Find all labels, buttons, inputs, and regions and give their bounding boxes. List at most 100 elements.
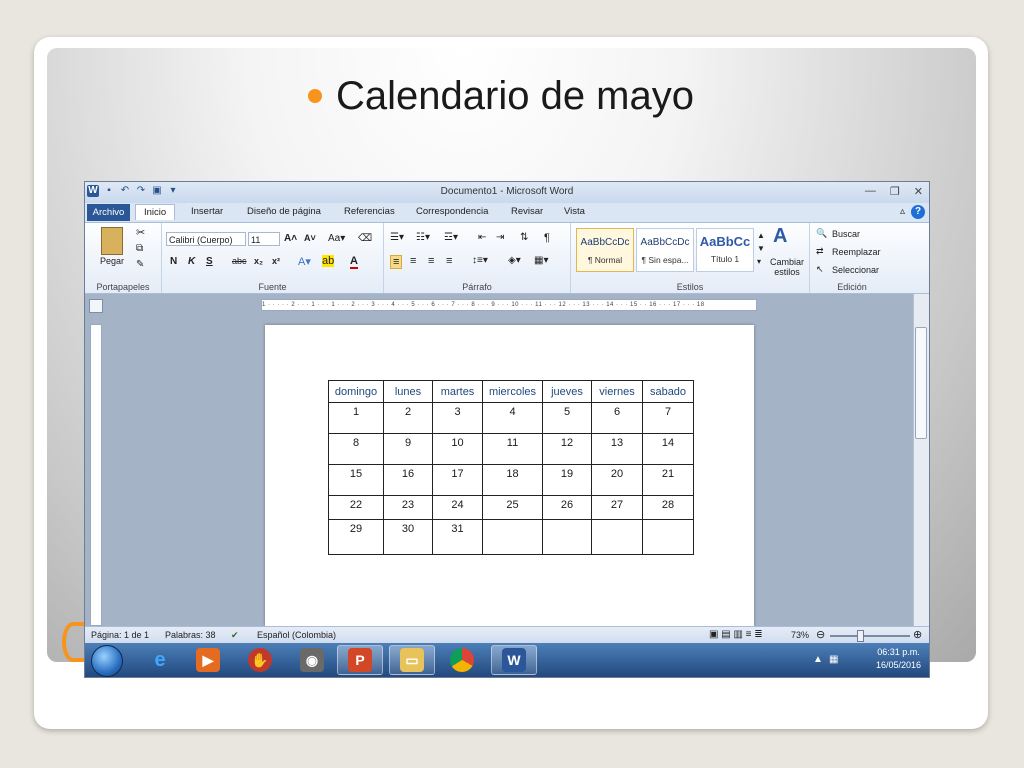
strikethrough-icon[interactable]: abc [232,256,247,266]
tab-archivo[interactable]: Archivo [87,204,130,221]
header-cell: viernes [591,380,643,403]
justify-icon[interactable]: ≡ [446,255,452,267]
network-icon[interactable]: ▦ [829,654,838,665]
style-sample: AaBbCcDc [640,237,690,248]
font-name-select[interactable]: Calibri (Cuerpo) [166,232,246,246]
paste-button[interactable]: Pegar [100,256,124,266]
find-button[interactable]: Buscar [832,229,860,239]
proofing-icon[interactable]: ✔ [231,630,239,641]
calendar-header-row: domingo lunes martes miercoles jueves vi… [328,380,694,403]
tab-selector[interactable] [89,299,103,313]
zoom-in-icon[interactable]: ⊕ [913,628,922,641]
style-sample: AaBbCcDc [580,237,630,248]
cut-icon[interactable]: ✂ [136,226,145,239]
align-center-icon[interactable]: ≡ [410,255,416,267]
sort-icon[interactable]: ⇅ [520,232,528,243]
group-label: Estilos [676,282,704,292]
zoom-slider-knob[interactable] [857,630,864,642]
text-effects-icon[interactable]: A▾ [298,255,311,268]
bold-icon[interactable]: N [170,256,177,267]
day-cell: 15 [328,464,384,496]
select-icon[interactable]: ↖ [816,264,824,275]
vertical-scrollbar[interactable] [913,294,929,626]
style-sin-espaciado[interactable]: AaBbCcDc ¶ Sin espa... [636,228,694,272]
change-case-icon[interactable]: Aa▾ [328,233,345,244]
paste-icon[interactable] [101,227,123,255]
highlight-icon[interactable]: ab [322,255,335,267]
font-color-icon[interactable]: A [350,255,358,269]
decrease-indent-icon[interactable]: ⇤ [478,232,486,243]
document-page[interactable]: domingo lunes martes miercoles jueves vi… [265,325,754,626]
underline-icon[interactable]: S [206,256,213,267]
horizontal-ruler[interactable]: 1 · · · · · 2 · · · 1 · · · 1 · · · 2 · … [261,299,757,311]
tab-revisar[interactable]: Revisar [511,206,543,217]
start-button-icon[interactable] [91,645,123,677]
clear-format-icon[interactable]: ⌫ [358,233,372,244]
align-right-icon[interactable]: ≡ [428,255,434,267]
language-indicator[interactable]: Español (Colombia) [257,630,336,640]
taskbar-word[interactable]: W [491,645,537,675]
borders-icon[interactable]: ▦▾ [534,255,548,266]
close-icon[interactable]: ✕ [914,185,923,198]
windows-taskbar: e ▶ ✋ ◉ P ▭ W ▲ ▦ 06:31 p.m. 16/05/2016 [85,643,929,677]
tab-correspondencia[interactable]: Correspondencia [416,206,488,217]
help-icon[interactable]: ? [911,205,925,219]
day-cell: 12 [542,433,592,465]
table-row: 1 2 3 4 5 6 7 [328,402,694,434]
superscript-icon[interactable]: x² [272,256,280,266]
shading-icon[interactable]: ◈▾ [508,255,521,266]
scrollbar-thumb[interactable] [915,327,927,439]
style-normal[interactable]: AaBbCcDc ¶ Normal [576,228,634,272]
replace-button[interactable]: Reemplazar [832,247,881,257]
taskbar-ie[interactable]: e [137,645,183,675]
tab-vista[interactable]: Vista [564,206,585,217]
taskbar-app[interactable]: ✋ [237,645,283,675]
view-buttons[interactable]: ▣ ▤ ▥ ≡ ≣ [709,629,763,640]
vertical-ruler[interactable] [90,324,102,626]
increase-indent-icon[interactable]: ⇥ [496,232,504,243]
shrink-font-icon[interactable]: A˅ [304,233,316,243]
day-cell: 7 [642,402,694,434]
tab-diseno-de-pagina[interactable]: Diseño de página [247,206,321,217]
taskbar-video[interactable]: ◉ [289,645,335,675]
day-cell: 2 [383,402,433,434]
change-styles-button[interactable]: Cambiar estilos [767,257,807,277]
styles-scroll-icon[interactable]: ▲ ▼ ▾ [757,229,765,268]
word-count[interactable]: Palabras: 38 [165,630,216,640]
style-titulo-1[interactable]: AaBbCc Título 1 [696,228,754,272]
line-spacing-icon[interactable]: ↕≡▾ [472,255,488,266]
grow-font-icon[interactable]: A˄ [284,233,297,244]
zoom-slider[interactable] [830,635,910,637]
table-row: 22 23 24 25 26 27 28 [328,495,694,520]
clock[interactable]: 06:31 p.m. 16/05/2016 [876,646,921,672]
numbering-icon[interactable]: ☷▾ [416,232,430,243]
minimize-icon[interactable]: — [865,185,876,198]
format-painter-icon[interactable]: ✎ [136,259,144,270]
find-icon[interactable]: 🔍 [816,228,827,239]
taskbar-powerpoint[interactable]: P [337,645,383,675]
taskbar-media[interactable]: ▶ [185,645,231,675]
replace-icon[interactable]: ⇄ [816,246,824,257]
multilevel-list-icon[interactable]: ☲▾ [444,232,458,243]
zoom-level[interactable]: 73% [791,630,809,640]
align-left-icon[interactable]: ≡ [390,255,403,269]
tab-insertar[interactable]: Insertar [191,206,223,217]
restore-icon[interactable]: ❐ [890,185,900,198]
tray-arrow-icon[interactable]: ▲ [813,654,823,665]
subscript-icon[interactable]: x₂ [254,256,263,266]
font-size-select[interactable]: 11 [248,232,280,246]
select-button[interactable]: Seleccionar [832,265,879,275]
tab-referencias[interactable]: Referencias [344,206,395,217]
bullets-icon[interactable]: ☰▾ [390,232,404,243]
taskbar-chrome[interactable] [439,645,485,675]
collapse-ribbon-icon[interactable]: ▵ [900,206,905,217]
zoom-out-icon[interactable]: ⊖ [816,628,825,641]
taskbar-explorer[interactable]: ▭ [389,645,435,675]
italic-icon[interactable]: K [188,256,195,267]
tab-inicio[interactable]: Inicio [135,204,176,220]
copy-icon[interactable]: ⧉ [136,243,143,254]
pilcrow-icon[interactable]: ¶ [544,232,550,244]
group-parrafo: ☰▾ ☷▾ ☲▾ ⇤ ⇥ ⇅ ¶ ≡ ≡ ≡ ≡ ↕≡▾ ◈▾ ▦▾ Párra… [384,223,571,293]
change-styles-icon[interactable]: A [773,225,787,248]
page-count[interactable]: Página: 1 de 1 [91,630,149,640]
